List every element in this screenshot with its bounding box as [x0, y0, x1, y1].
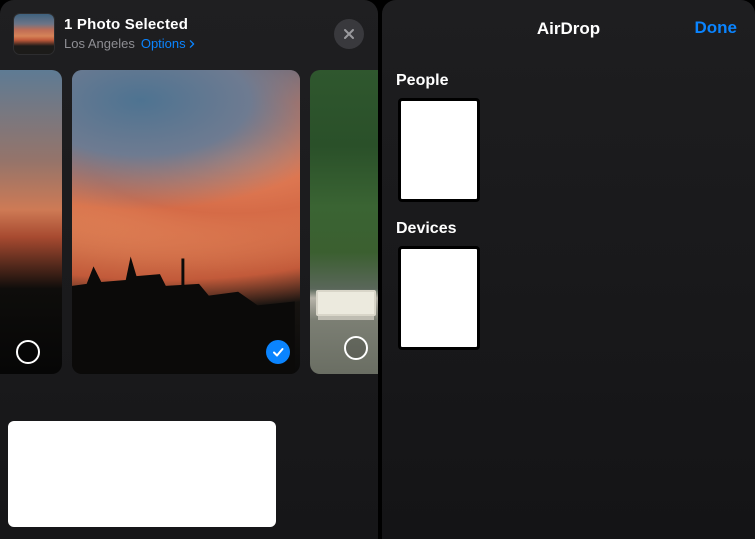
- airdrop-devices-section: Devices: [382, 206, 755, 354]
- photo-foreground: [72, 237, 295, 374]
- airdrop-device-target[interactable]: [398, 246, 480, 350]
- airdrop-header: AirDrop Done: [382, 0, 755, 58]
- airdrop-people-target[interactable]: [398, 98, 480, 202]
- options-label: Options: [141, 36, 186, 52]
- close-icon: [342, 27, 356, 41]
- photo-item[interactable]: [0, 70, 62, 374]
- chevron-right-icon: [188, 40, 196, 48]
- header-title-block: 1 Photo Selected Los Angeles Options: [64, 16, 334, 52]
- people-section-label: People: [396, 72, 743, 90]
- devices-section-label: Devices: [396, 220, 743, 238]
- share-airdrop-screen: 1 Photo Selected Los Angeles Options: [0, 0, 755, 539]
- selection-count-label: 1 Photo Selected: [64, 16, 334, 34]
- airdrop-title: AirDrop: [537, 19, 600, 39]
- photo-selection-strip[interactable]: [0, 64, 378, 380]
- checkmark-icon: [271, 345, 285, 359]
- subtitle-row: Los Angeles Options: [64, 36, 334, 52]
- share-sheet-pane: 1 Photo Selected Los Angeles Options: [0, 0, 378, 539]
- selected-photo-thumbnail[interactable]: [14, 14, 54, 54]
- photo-item[interactable]: [310, 70, 378, 374]
- close-button[interactable]: [334, 19, 364, 49]
- airdrop-people-section: People: [382, 58, 755, 206]
- share-sheet-header: 1 Photo Selected Los Angeles Options: [0, 0, 378, 64]
- done-button[interactable]: Done: [695, 18, 738, 38]
- airdrop-pane: AirDrop Done People Devices: [382, 0, 755, 539]
- selection-indicator-unselected[interactable]: [344, 336, 368, 360]
- selection-indicator-selected[interactable]: [266, 340, 290, 364]
- location-label: Los Angeles: [64, 36, 135, 52]
- options-button[interactable]: Options: [141, 36, 196, 52]
- selection-indicator-unselected[interactable]: [16, 340, 40, 364]
- share-targets-row[interactable]: [8, 421, 276, 527]
- photo-item[interactable]: [72, 70, 300, 374]
